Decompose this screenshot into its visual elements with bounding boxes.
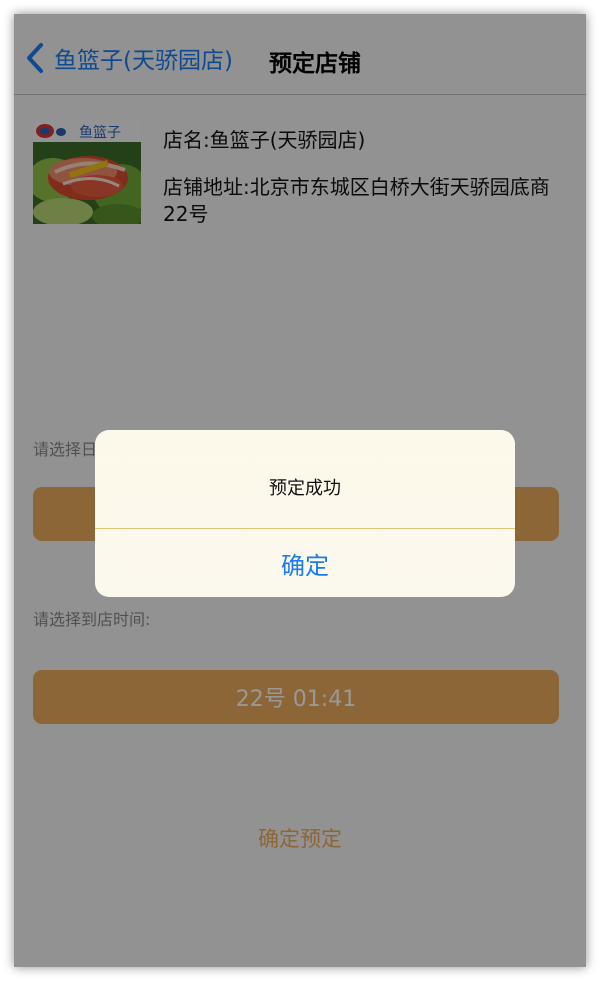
dialog-message: 预定成功 [269,478,341,499]
phone-screen: 鱼篮子(天骄园店) 预定店铺 鱼篮子 店名:鱼篮子(天骄园店) 店铺地址:北京市… [14,14,586,967]
success-dialog: 预定成功 确定 [95,430,515,597]
dialog-ok-button[interactable]: 确定 [95,529,515,597]
